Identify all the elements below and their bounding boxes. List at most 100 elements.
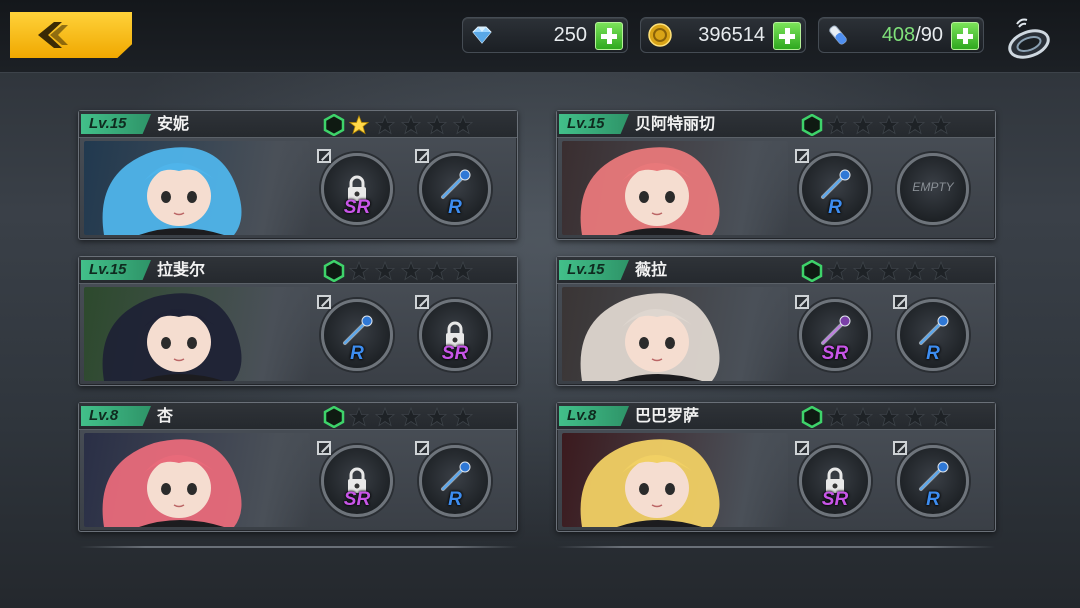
level-badge: Lv.15: [81, 260, 151, 280]
star-empty-icon: [879, 261, 899, 281]
character-card[interactable]: Lv.15 拉斐尔 R SR: [78, 256, 518, 386]
star-empty-icon: [375, 407, 395, 427]
portrait-image: [102, 439, 242, 527]
star-empty-icon: [427, 407, 447, 427]
character-card[interactable]: Lv.15 贝阿特丽切 R EMPTY: [556, 110, 996, 240]
equipment-slot[interactable]: SR: [317, 149, 397, 229]
star-empty-icon: [427, 261, 447, 281]
character-name: 杏: [157, 406, 174, 425]
hexagon-icon: [801, 260, 823, 282]
character-portrait[interactable]: [562, 141, 788, 235]
slot-expand-icon: [415, 149, 429, 163]
hexagon-icon: [323, 406, 345, 428]
rarity-label: R: [926, 343, 940, 364]
star-rating: [799, 406, 951, 428]
star-filled-icon: [349, 115, 369, 135]
star-empty-icon: [905, 115, 925, 135]
character-name: 安妮: [157, 114, 190, 133]
character-name: 薇拉: [635, 260, 668, 279]
portrait-image: [580, 147, 720, 235]
star-empty-icon: [905, 261, 925, 281]
equipment-slot[interactable]: R: [893, 295, 973, 375]
character-portrait[interactable]: [84, 287, 310, 381]
star-empty-icon: [401, 407, 421, 427]
star-rating: [321, 114, 473, 136]
star-rating: [799, 114, 951, 136]
level-badge: Lv.8: [81, 406, 151, 426]
slot-expand-icon: [317, 441, 331, 455]
diamond-value: 250: [553, 24, 587, 46]
list-divider-left: [80, 546, 518, 548]
portrait-image: [580, 293, 720, 381]
star-empty-icon: [349, 407, 369, 427]
character-name: 贝阿特丽切: [635, 114, 716, 133]
card-header: Lv.8 杏: [79, 403, 517, 430]
equipment-slot[interactable]: R: [795, 149, 875, 229]
rarity-label: SR: [343, 197, 371, 218]
empty-slot-label: EMPTY: [912, 180, 954, 194]
stamina-value: 408/90: [882, 24, 943, 47]
star-empty-icon: [905, 407, 925, 427]
character-portrait[interactable]: [562, 433, 788, 527]
gold-counter: 396514: [640, 17, 806, 53]
rarity-label: SR: [343, 489, 371, 510]
slot-expand-icon: [317, 295, 331, 309]
star-empty-icon: [853, 115, 873, 135]
hexagon-icon: [801, 406, 823, 428]
hexagon-icon: [801, 114, 823, 136]
star-empty-icon: [401, 261, 421, 281]
list-divider-right: [557, 546, 995, 548]
add-gold-button[interactable]: [773, 22, 801, 50]
rarity-label: R: [350, 343, 364, 364]
equipment-slot[interactable]: SR: [795, 441, 875, 521]
character-card[interactable]: Lv.15 薇拉 SR R: [556, 256, 996, 386]
star-rating: [321, 260, 473, 282]
hexagon-icon: [323, 114, 345, 136]
back-button[interactable]: [10, 12, 132, 58]
stamina-potion-icon: [829, 25, 847, 45]
card-header: Lv.15 贝阿特丽切: [557, 111, 995, 138]
slot-expand-icon: [795, 441, 809, 455]
gold-value: 396514: [698, 24, 765, 46]
equipment-slot[interactable]: SR: [317, 441, 397, 521]
rarity-label: R: [448, 489, 462, 510]
add-diamond-button[interactable]: [595, 22, 623, 50]
star-empty-icon: [453, 261, 473, 281]
character-portrait[interactable]: [84, 141, 310, 235]
character-portrait[interactable]: [562, 287, 788, 381]
equipment-slot[interactable]: R: [317, 295, 397, 375]
star-rating: [321, 406, 473, 428]
equipment-slot[interactable]: R: [893, 441, 973, 521]
star-empty-icon: [931, 261, 951, 281]
card-header: Lv.15 薇拉: [557, 257, 995, 284]
character-card[interactable]: Lv.8 巴巴罗萨 SR R: [556, 402, 996, 532]
add-stamina-button[interactable]: [951, 22, 979, 50]
character-card[interactable]: Lv.8 杏 SR R: [78, 402, 518, 532]
rarity-label: SR: [821, 489, 849, 510]
star-empty-icon: [827, 407, 847, 427]
rarity-label: SR: [441, 343, 469, 364]
star-empty-icon: [853, 407, 873, 427]
star-empty-icon: [879, 115, 899, 135]
character-card[interactable]: Lv.15 安妮 SR R: [78, 110, 518, 240]
card-header: Lv.15 安妮: [79, 111, 517, 138]
equipment-slot-empty[interactable]: EMPTY: [893, 149, 973, 229]
rarity-label: R: [926, 489, 940, 510]
equipment-slot[interactable]: SR: [795, 295, 875, 375]
star-empty-icon: [453, 407, 473, 427]
star-empty-icon: [375, 115, 395, 135]
level-badge: Lv.15: [559, 260, 629, 280]
stamina-max: /90: [915, 24, 943, 46]
star-empty-icon: [375, 261, 395, 281]
slot-expand-icon: [893, 295, 907, 309]
diamond-icon: [472, 26, 492, 44]
character-portrait[interactable]: [84, 433, 310, 527]
equipment-slot[interactable]: R: [415, 441, 495, 521]
equipment-slot[interactable]: SR: [415, 295, 495, 375]
star-empty-icon: [931, 115, 951, 135]
equipment-slot[interactable]: R: [415, 149, 495, 229]
portrait-image: [580, 439, 720, 527]
portrait-image: [102, 293, 242, 381]
settings-button[interactable]: [1003, 12, 1055, 62]
stamina-counter: 408/90: [818, 17, 984, 53]
